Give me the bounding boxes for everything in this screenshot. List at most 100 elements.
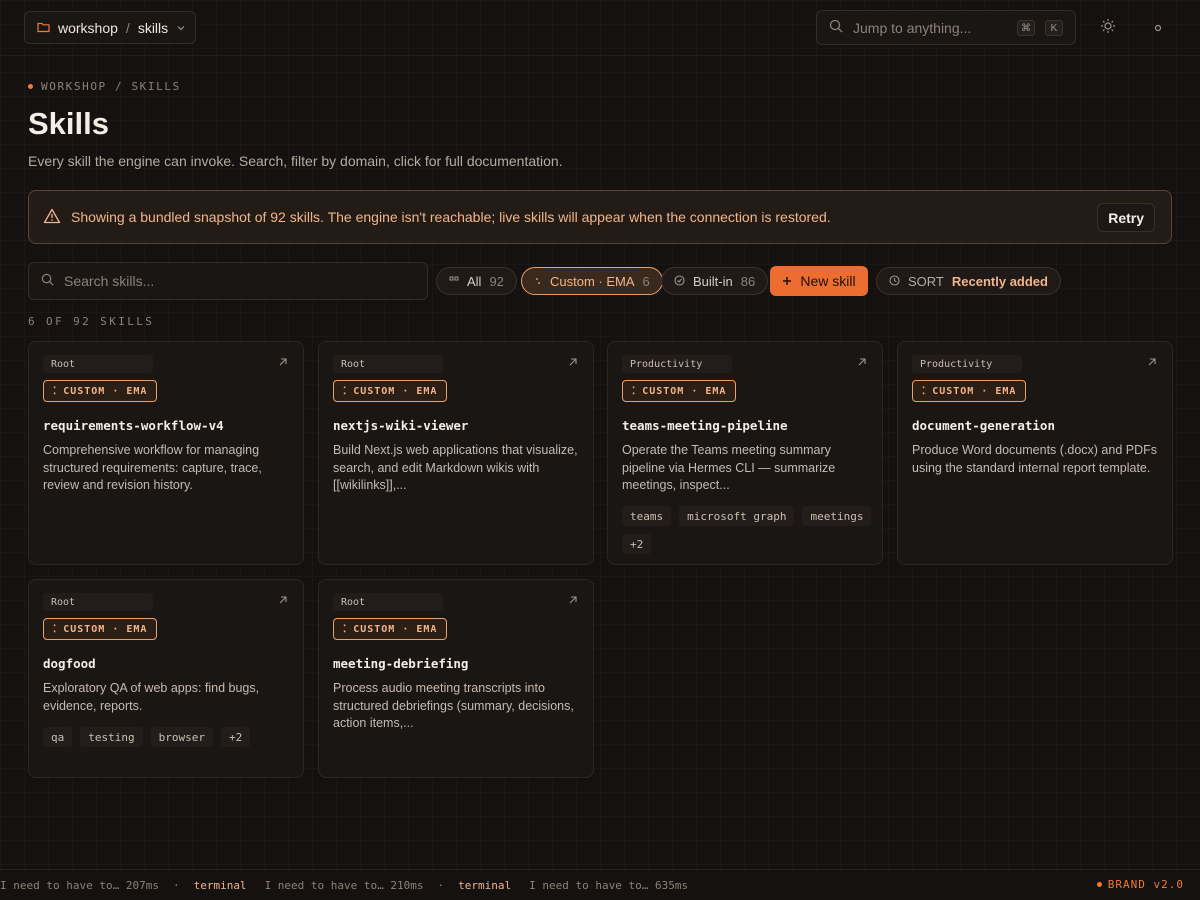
new-skill-label: New skill bbox=[800, 273, 856, 289]
sort-dropdown[interactable]: SORT Recently added bbox=[876, 267, 1061, 295]
brand-version: BRAND v2.0 bbox=[1096, 878, 1184, 891]
external-link-icon[interactable] bbox=[567, 594, 579, 606]
ticker-entry: I need to have to… 635ms bbox=[529, 878, 689, 892]
workspace-separator: / bbox=[125, 19, 130, 36]
skill-tag[interactable]: testing bbox=[80, 727, 143, 747]
custom-ema-badge: ⁚ CUSTOM · EMA bbox=[622, 380, 737, 402]
breadcrumb: WORKSHOP / SKILLS bbox=[28, 80, 181, 93]
skill-card[interactable]: Root ⁚ CUSTOM · EMA dogfood Exploratory Q… bbox=[28, 579, 304, 778]
skill-domain: Root bbox=[43, 593, 153, 611]
badge-label: CUSTOM · EMA bbox=[932, 385, 1017, 397]
skill-tag[interactable]: browser bbox=[150, 727, 213, 747]
brand-dot-icon bbox=[1096, 882, 1102, 887]
skill-tags: qa testing browser +2 bbox=[43, 727, 293, 747]
search-icon bbox=[829, 19, 843, 36]
external-link-icon[interactable] bbox=[1146, 356, 1158, 368]
folder-icon bbox=[37, 20, 50, 36]
search-placeholder: Search skills... bbox=[64, 273, 155, 289]
external-link-icon[interactable] bbox=[567, 356, 579, 368]
breadcrumb-text: WORKSHOP / SKILLS bbox=[41, 80, 181, 93]
badge-label: CUSTOM · EMA bbox=[63, 623, 148, 635]
command-placeholder: Jump to anything... bbox=[853, 19, 972, 36]
skill-description: Build Next.js web applications that visu… bbox=[333, 443, 578, 492]
command-key-icon: ⌘ bbox=[1017, 19, 1035, 36]
sparkle-icon: ⁚ bbox=[343, 385, 348, 397]
ticker-entry: I need to have to… 207ms bbox=[0, 878, 159, 892]
external-link-icon[interactable] bbox=[277, 594, 289, 606]
external-link-icon[interactable] bbox=[277, 356, 289, 368]
clock-icon bbox=[889, 274, 900, 289]
skill-domain: Productivity bbox=[912, 355, 1022, 373]
new-skill-button[interactable]: New skill bbox=[770, 266, 868, 296]
external-link-icon[interactable] bbox=[856, 356, 868, 368]
theme-toggle-button[interactable] bbox=[1096, 16, 1120, 40]
breadcrumb-dot-icon bbox=[28, 84, 33, 89]
status-button[interactable] bbox=[1146, 16, 1170, 40]
skill-domain: Root bbox=[333, 593, 443, 611]
filter-count: 6 bbox=[642, 273, 650, 289]
skill-card[interactable]: Productivity ⁚ CUSTOM · EMA document-gene… bbox=[897, 341, 1173, 565]
status-dot-icon bbox=[1154, 19, 1162, 37]
ticker-separator: · bbox=[437, 878, 445, 892]
ticker-separator: · bbox=[172, 878, 180, 892]
skill-tag[interactable]: meetings bbox=[802, 506, 872, 526]
skill-name: requirements-workflow-v4 bbox=[43, 418, 224, 433]
skill-description: Exploratory QA of web apps: find bugs, e… bbox=[43, 681, 260, 713]
workspace-switcher[interactable]: workshop / skills bbox=[24, 11, 196, 44]
skill-name: nextjs-wiki-viewer bbox=[333, 418, 469, 433]
filter-all[interactable]: All 92 bbox=[436, 267, 517, 295]
sparkle-icon: ⁚ bbox=[922, 385, 927, 397]
sun-icon bbox=[1100, 18, 1116, 39]
skill-card[interactable]: Root ⁚ CUSTOM · EMA meeting-debriefing Pr… bbox=[318, 579, 594, 778]
skill-card[interactable]: Productivity ⁚ CUSTOM · EMA teams-meeting… bbox=[607, 341, 883, 565]
custom-ema-badge: ⁚ CUSTOM · EMA bbox=[333, 380, 448, 402]
banner-message: Showing a bundled snapshot of 92 skills.… bbox=[71, 209, 831, 225]
warning-icon bbox=[43, 208, 61, 227]
k-key: K bbox=[1045, 19, 1063, 36]
filter-label: Built-in bbox=[693, 273, 733, 289]
skill-tag[interactable]: microsoft graph bbox=[679, 506, 795, 526]
sparkle-icon bbox=[534, 274, 542, 289]
skill-description: Produce Word documents (.docx) and PDFs … bbox=[912, 443, 1158, 475]
skill-name: document-generation bbox=[912, 418, 1055, 433]
skill-name: teams-meeting-pipeline bbox=[622, 418, 788, 433]
skill-tags: teams microsoft graph meetings +2 bbox=[622, 506, 872, 554]
filter-custom-ema[interactable]: Custom · EMA 6 bbox=[521, 267, 663, 295]
skill-card[interactable]: Root ⁚ CUSTOM · EMA requirements-workflow… bbox=[28, 341, 304, 565]
grid-icon bbox=[449, 274, 459, 289]
skill-name: meeting-debriefing bbox=[333, 656, 469, 671]
search-input[interactable]: Search skills... bbox=[28, 262, 428, 300]
badge-label: CUSTOM · EMA bbox=[353, 385, 438, 397]
plus-icon bbox=[782, 273, 792, 289]
search-icon bbox=[41, 273, 54, 289]
activity-ticker: I need to have to… 207ms · terminal I ne… bbox=[0, 869, 1200, 900]
badge-label: CUSTOM · EMA bbox=[353, 623, 438, 635]
custom-ema-badge: ⁚ CUSTOM · EMA bbox=[912, 380, 1027, 402]
command-palette-trigger[interactable]: Jump to anything... ⌘ K bbox=[816, 10, 1076, 45]
more-tags[interactable]: +2 bbox=[622, 534, 652, 554]
skill-card[interactable]: Root ⁚ CUSTOM · EMA nextjs-wiki-viewer Bu… bbox=[318, 341, 594, 565]
sparkle-icon: ⁚ bbox=[53, 623, 58, 635]
filter-label: Custom · EMA bbox=[550, 273, 635, 289]
top-bar: workshop / skills Jump to anything... ⌘ … bbox=[0, 0, 1200, 56]
skill-description: Process audio meeting transcripts into s… bbox=[333, 681, 574, 730]
filter-count: 86 bbox=[740, 273, 756, 289]
sort-value: Recently added bbox=[951, 273, 1048, 289]
skill-name: dogfood bbox=[43, 656, 96, 671]
skill-tag[interactable]: teams bbox=[622, 506, 672, 526]
page-title: Skills bbox=[28, 106, 109, 141]
custom-ema-badge: ⁚ CUSTOM · EMA bbox=[43, 618, 158, 640]
skill-domain: Productivity bbox=[622, 355, 732, 373]
custom-ema-badge: ⁚ CUSTOM · EMA bbox=[43, 380, 158, 402]
retry-button[interactable]: Retry bbox=[1097, 203, 1155, 232]
ticker-entry: I need to have to… 210ms bbox=[264, 878, 424, 892]
result-count: 6 OF 92 SKILLS bbox=[28, 315, 155, 328]
ticker-label: terminal bbox=[458, 878, 512, 892]
workspace-name: workshop bbox=[58, 19, 118, 36]
more-tags[interactable]: +2 bbox=[220, 727, 251, 747]
badge-label: CUSTOM · EMA bbox=[642, 385, 727, 397]
skill-tag[interactable]: qa bbox=[43, 727, 73, 747]
filter-built-in[interactable]: Built-in 86 bbox=[661, 267, 769, 295]
badge-label: CUSTOM · EMA bbox=[63, 385, 148, 397]
skill-description: Comprehensive workflow for managing stru… bbox=[43, 443, 262, 492]
